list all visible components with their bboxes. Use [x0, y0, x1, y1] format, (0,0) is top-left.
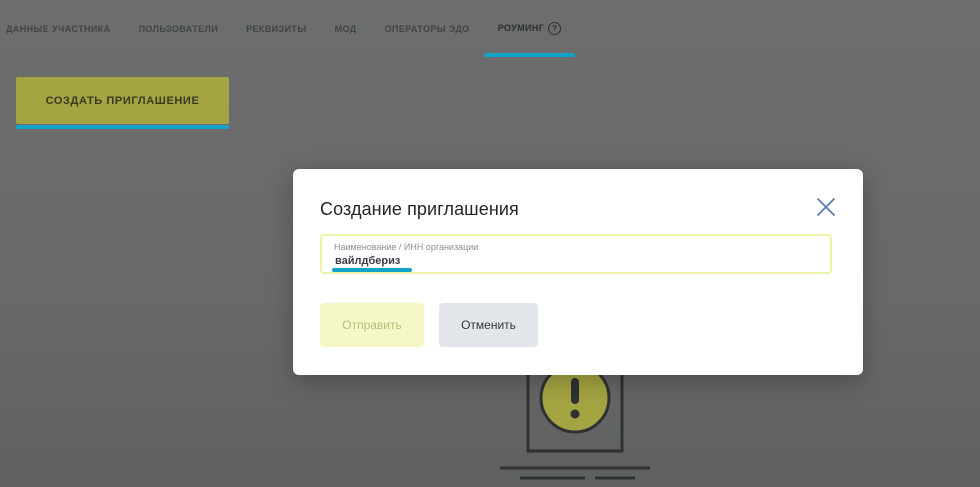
- tab-users[interactable]: Пользователи: [125, 20, 233, 44]
- create-invitation-dialog: Создание приглашения Наименование / ИНН …: [293, 169, 863, 375]
- highlight-underline: [332, 268, 412, 272]
- tab-mod[interactable]: МОД: [321, 20, 371, 44]
- highlight-underline: [16, 125, 229, 129]
- tab-participant-data[interactable]: Данные участника: [0, 20, 125, 44]
- dialog-title: Создание приглашения: [320, 199, 519, 219]
- settings-tabs: Данные участника Пользователи Реквизиты …: [0, 18, 576, 57]
- create-invitation-button[interactable]: Создать приглашение: [16, 77, 229, 124]
- create-invitation-label: Создать приглашение: [45, 94, 200, 107]
- close-icon[interactable]: [815, 196, 837, 218]
- empty-state-illustration: [500, 362, 650, 480]
- tab-requisites[interactable]: Реквизиты: [232, 20, 320, 44]
- tab-edo-operators[interactable]: Операторы ЭДО: [371, 20, 484, 44]
- field-value[interactable]: вайлдбериз: [335, 255, 400, 267]
- field-label: Наименование / ИНН организации: [334, 242, 479, 252]
- cancel-button[interactable]: Отменить: [439, 303, 538, 347]
- help-icon[interactable]: ?: [548, 22, 562, 35]
- tab-roaming[interactable]: Роуминг?: [483, 18, 576, 57]
- send-button[interactable]: Отправить: [320, 303, 424, 347]
